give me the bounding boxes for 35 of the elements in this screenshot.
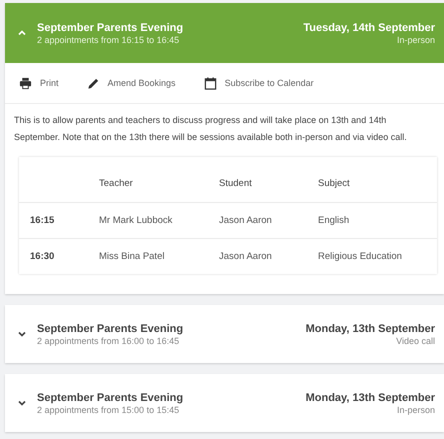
event-date: Tuesday, 14th September [303,22,435,34]
description: This is to allow parents and teachers to discuss progress and will take place on 13th and 14th September. Note that on the 13th there will be sessions available both in-person and via video call. [13,114,408,144]
table-cell-text: Religious Education [318,251,403,262]
table-cell-text: Mr Mark Lubbock [99,215,174,226]
chevron-icon [17,329,27,339]
event-title: September Parents Evening [37,392,184,404]
event-summary: 2 appointments from 15:00 to 15:45 [37,404,180,414]
event-title: September Parents Evening [37,22,184,34]
toolbar-button[interactable]: Amend Bookings [86,76,176,90]
event-header[interactable]: September Parents Evening 2 appointments from 16:00 to 16:45 Monday, 13th September Video call [5,305,444,363]
table-cell-text: Jason Aaron [219,251,273,262]
calendar-icon [204,76,217,90]
chevron-icon [17,28,27,38]
table-cell-text: 16:15 [29,215,56,226]
event-date: Monday, 13th September [306,392,435,404]
event-mode: In-person [396,34,435,44]
event-date: Monday, 13th September [306,322,435,334]
table-cell-text: Miss Bina Patel [99,251,166,262]
table-cell-text: 16:30 [29,251,56,262]
print-icon [19,76,32,90]
chevron-icon [17,398,27,408]
event-summary: 2 appointments from 16:00 to 16:45 [37,336,180,346]
table-cell-text: Jason Aaron [219,215,273,226]
toolbar-button[interactable]: Subscribe to Calendar [204,76,314,90]
column-header: Subject [318,178,351,189]
event-summary: 2 appointments from 16:15 to 16:45 [37,34,180,44]
event-header[interactable]: September Parents Evening 2 appointments from 15:00 to 15:45 Monday, 13th September In-person [5,374,444,432]
event-title: September Parents Evening [37,322,184,334]
column-header: Student [219,178,253,189]
column-header: Teacher [99,178,134,189]
event-mode: Video call [396,336,435,346]
event-mode: In-person [396,404,435,414]
table-cell-text: English [318,215,350,226]
toolbar-button[interactable]: Print [19,76,59,90]
pencil-icon [86,76,100,90]
